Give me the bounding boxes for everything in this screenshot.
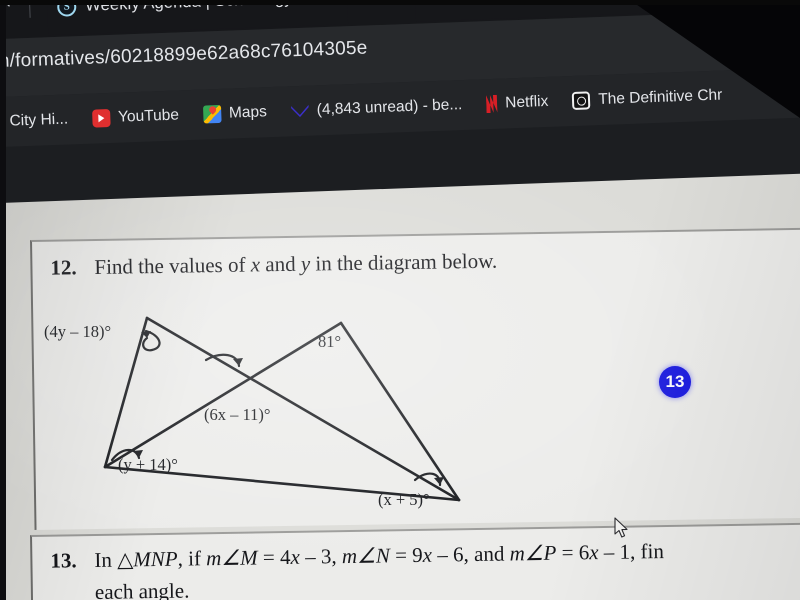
q13-angle-n: m∠N (341, 543, 391, 569)
youtube-icon (91, 108, 111, 128)
q13-part-b: , if (177, 546, 207, 571)
q12-prompt-part-c: in the diagram below. (310, 248, 498, 276)
bookmark-netflix[interactable]: Netflix (486, 93, 549, 113)
question-12-prompt: Find the values of x and y in the diagra… (94, 249, 497, 280)
q13-triangle-mnp: MNP (133, 546, 178, 572)
q13-angle-m: m∠M (206, 545, 258, 571)
q13-part-f: – 6, and (431, 541, 510, 567)
bookmark-gmail-unread[interactable]: (4,843 unread) - be... (290, 96, 463, 121)
screen-bezel-top (0, 0, 800, 5)
diagram-label-top-left: (4y – 18)° (44, 322, 112, 341)
q13-part-e: = 9 (389, 542, 423, 568)
diagram-label-bottom-left: (y + 14)° (118, 455, 178, 474)
bookmark-label-netflix: Netflix (504, 92, 549, 112)
answer-badge-13[interactable]: 13 (659, 366, 691, 398)
bookmark-label-maps: Maps (228, 103, 268, 122)
question-13-line-1: In △MNP, if m∠M = 4x – 3, m∠N = 9x – 6, … (94, 539, 664, 573)
question-13-card: 13. In △MNP, if m∠M = 4x – 3, m∠N = 9x –… (30, 522, 800, 600)
q12-var-x: x (250, 252, 261, 277)
netflix-icon (486, 95, 498, 113)
q13-part-d: – 3, (299, 544, 343, 569)
bookmark-maps[interactable]: Maps (202, 103, 268, 124)
bookmark-label-gmail: (4,843 unread) - be... (316, 96, 463, 119)
question-13-line-2: each angle. (94, 578, 190, 600)
watch-icon (571, 91, 591, 111)
q13-x-2: x (422, 542, 433, 567)
q12-prompt-part-a: Find the values of (94, 252, 251, 279)
screen-bezel-left (0, 0, 6, 600)
mail-icon (290, 102, 309, 121)
bookmark-youtube[interactable]: YouTube (91, 106, 180, 128)
diagram-label-center: (6x – 11)° (204, 405, 271, 424)
address-bar-url[interactable]: com/formatives/60218899e62a68c76104305e (0, 37, 368, 73)
mouse-cursor-arrow-icon (614, 517, 628, 538)
q13-part-c: = 4 (257, 544, 291, 570)
q12-var-y: y (300, 251, 311, 276)
diagram-label-bottom-right: (x + 5)° (378, 490, 430, 509)
web-page-content: 12. Find the values of x and y in the di… (0, 135, 800, 600)
q13-angle-p: m∠P (509, 540, 557, 566)
diagram-label-top-right: 81° (318, 332, 342, 351)
q13-part-a: In △ (94, 547, 134, 572)
bookmark-pell-city-hi[interactable]: Pell City Hi... (0, 111, 68, 133)
bookmark-the-definitive-chr[interactable]: The Definitive Chr (571, 86, 723, 111)
q13-part-h: – 1, fin (598, 539, 665, 565)
q12-prompt-part-b: and (259, 251, 302, 277)
bookmark-label-pell-city: Pell City Hi... (0, 110, 69, 131)
maps-icon (202, 104, 222, 124)
screen-photo: 12. Find the values of x and y in the di… (0, 0, 800, 600)
question-12-number: 12. (50, 255, 77, 280)
bookmark-label-definitive: The Definitive Chr (597, 86, 723, 109)
question-13-number: 13. (50, 548, 77, 573)
bookmark-label-youtube: YouTube (117, 106, 180, 126)
q13-part-g: = 6 (556, 540, 590, 565)
